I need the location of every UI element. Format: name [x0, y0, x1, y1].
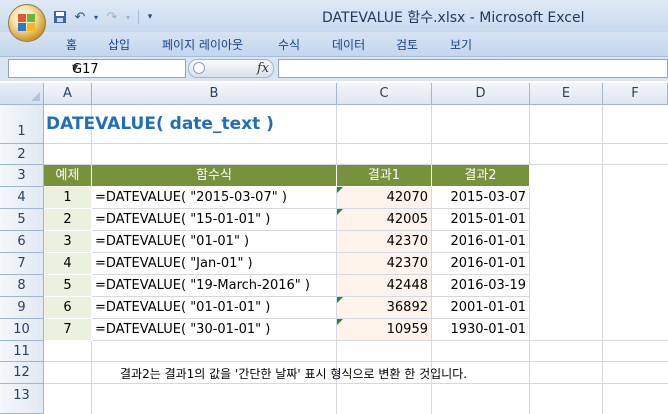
cell-result1-value: 42005 — [386, 212, 428, 227]
column-header-e[interactable]: E — [530, 83, 603, 105]
name-box-dropdown-icon[interactable]: ▼ — [72, 63, 182, 72]
sheet-title: DATEVALUE( date_text ) — [46, 114, 274, 134]
row-header-9[interactable]: 9 — [0, 297, 44, 319]
window-title: DATEVALUE 함수.xlsx - Microsoft Excel — [322, 10, 585, 26]
cell-result1[interactable]: 42448 — [337, 275, 432, 297]
note-text: 결과2는 결과1의 값을 '간단한 날짜' 표시 형식으로 변환 한 것입니다. — [120, 367, 468, 381]
row-header-11[interactable]: 11 — [0, 341, 44, 362]
cell-formula[interactable]: =DATEVALUE( "30-01-01" ) — [92, 319, 337, 341]
error-indicator-icon — [337, 187, 343, 193]
ribbon-tabs: 홈 삽입 페이지 레이아웃 수식 데이터 검토 보기 — [0, 32, 668, 57]
cell-example-no[interactable]: 7 — [44, 319, 92, 341]
cell-result2[interactable]: 2015-01-01 — [432, 209, 530, 231]
tab-view[interactable]: 보기 — [450, 36, 472, 53]
column-header-f[interactable]: F — [603, 83, 668, 105]
cell-example-no[interactable]: 3 — [44, 231, 92, 253]
header-cell-result1[interactable]: 결과1 — [337, 165, 432, 187]
header-cell-example[interactable]: 예제 — [44, 165, 92, 187]
cell-result2[interactable]: 2001-01-01 — [432, 297, 530, 319]
tab-formulas[interactable]: 수식 — [278, 36, 300, 53]
insert-function-icon[interactable]: fx — [257, 61, 269, 76]
tab-insert[interactable]: 삽입 — [108, 36, 130, 53]
cell-example-no[interactable]: 6 — [44, 297, 92, 319]
title-bar: ↶ ▾ ↷ ▾ ▾ DATEVALUE 함수.xlsx - Microsoft … — [0, 0, 668, 42]
column-header-a[interactable]: A — [44, 83, 92, 105]
office-logo-icon — [18, 14, 36, 32]
cell-result1[interactable]: 42005 — [337, 209, 432, 231]
row-header-10[interactable]: 10 — [0, 319, 44, 341]
row-header-8[interactable]: 8 — [0, 275, 44, 297]
error-indicator-icon — [337, 297, 343, 303]
undo-dropdown-icon[interactable]: ▾ — [92, 9, 100, 25]
save-icon[interactable] — [52, 9, 68, 25]
redo-icon[interactable]: ↷ — [104, 9, 120, 25]
row-header-3[interactable]: 3 — [0, 165, 44, 187]
cell-example-no[interactable]: 5 — [44, 275, 92, 297]
row-header-13[interactable]: 13 — [0, 384, 44, 414]
cell-result1-value: 42070 — [386, 190, 428, 205]
cell-result2[interactable]: 2015-03-07 — [432, 187, 530, 209]
undo-icon[interactable]: ↶ — [72, 9, 88, 25]
select-all-button[interactable] — [0, 83, 44, 105]
cell-example-no[interactable]: 1 — [44, 187, 92, 209]
row-header-6[interactable]: 6 — [0, 231, 44, 253]
cell-formula[interactable]: =DATEVALUE( "15-01-01" ) — [92, 209, 337, 231]
office-button[interactable] — [8, 4, 46, 42]
cell-formula[interactable]: =DATEVALUE( "01-01-01" ) — [92, 297, 337, 319]
cell-formula[interactable]: =DATEVALUE( "2015-03-07" ) — [92, 187, 337, 209]
column-header-b[interactable]: B — [92, 83, 337, 105]
cell-result1[interactable]: 42370 — [337, 231, 432, 253]
column-header-d[interactable]: D — [432, 83, 530, 105]
name-box[interactable]: G17 ▼ — [8, 59, 186, 78]
cell-result1[interactable]: 36892 — [337, 297, 432, 319]
cell-example-no[interactable]: 4 — [44, 253, 92, 275]
customize-qat-icon[interactable]: ▾ — [145, 9, 155, 25]
cell-formula[interactable]: =DATEVALUE( "01-01" ) — [92, 231, 337, 253]
formula-bar-handle-icon[interactable] — [193, 62, 205, 74]
tab-home[interactable]: 홈 — [66, 36, 77, 53]
quick-access-toolbar: ↶ ▾ ↷ ▾ ▾ — [52, 8, 155, 26]
row-header-7[interactable]: 7 — [0, 253, 44, 275]
tab-review[interactable]: 검토 — [396, 36, 418, 53]
cell-result2[interactable]: 2016-01-01 — [432, 253, 530, 275]
row-header-2[interactable]: 2 — [0, 144, 44, 165]
row-header-4[interactable]: 4 — [0, 187, 44, 209]
row-header-1[interactable]: 1 — [0, 105, 44, 144]
column-header-c[interactable]: C — [337, 83, 432, 105]
row-header-5[interactable]: 5 — [0, 209, 44, 231]
tab-page-layout[interactable]: 페이지 레이아웃 — [162, 36, 243, 53]
formula-input[interactable] — [278, 59, 668, 78]
cell-result2[interactable]: 2016-03-19 — [432, 275, 530, 297]
cell-result1[interactable]: 42370 — [337, 253, 432, 275]
cell-result2[interactable]: 1930-01-01 — [432, 319, 530, 341]
error-indicator-icon — [337, 319, 343, 325]
row-header-12[interactable]: 12 — [0, 362, 44, 384]
qat-separator — [138, 10, 139, 24]
header-cell-result2[interactable]: 결과2 — [432, 165, 530, 187]
cell-result2[interactable]: 2016-01-01 — [432, 231, 530, 253]
cell-result1-value: 10959 — [386, 322, 428, 337]
cell-result1[interactable]: 42070 — [337, 187, 432, 209]
formula-buttons: fx — [188, 59, 274, 78]
tab-data[interactable]: 데이터 — [332, 36, 365, 53]
redo-dropdown-icon[interactable]: ▾ — [124, 9, 132, 25]
cell-result1[interactable]: 10959 — [337, 319, 432, 341]
error-indicator-icon — [337, 209, 343, 215]
formula-bar: G17 ▼ fx — [0, 57, 668, 81]
header-cell-formula[interactable]: 함수식 — [92, 165, 337, 187]
cell-example-no[interactable]: 2 — [44, 209, 92, 231]
cell-formula[interactable]: =DATEVALUE( "Jan-01" ) — [92, 253, 337, 275]
cell-result1-value: 36892 — [386, 300, 428, 315]
cell-formula[interactable]: =DATEVALUE( "19-March-2016" ) — [92, 275, 337, 297]
